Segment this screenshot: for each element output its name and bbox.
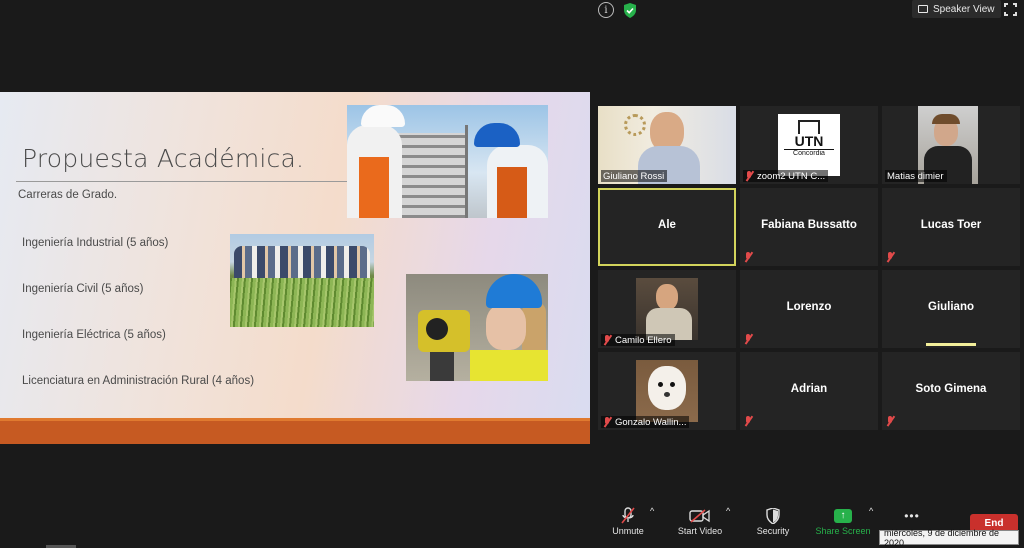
video-off-icon xyxy=(674,506,726,526)
participant-name-label: Camilo Ellero xyxy=(601,334,675,346)
slide-title: Propuesta Académica. xyxy=(22,144,305,173)
speaker-view-button[interactable]: Speaker View xyxy=(912,0,1001,18)
participant-tile-active[interactable]: Ale xyxy=(598,188,736,266)
participant-name: Fabiana Bussatto xyxy=(761,219,857,231)
participant-video xyxy=(636,360,698,422)
unmute-label: Unmute xyxy=(612,526,644,536)
start-video-button[interactable]: Start Video xyxy=(674,506,726,536)
participant-name: Soto Gimena xyxy=(915,383,987,395)
participant-tile[interactable]: Soto Gimena xyxy=(882,352,1020,430)
participant-tile[interactable]: Lorenzo xyxy=(740,270,878,348)
construction-workers-photo xyxy=(347,105,548,218)
share-screen-icon: ↑ xyxy=(814,506,872,526)
share-options-caret[interactable]: ^ xyxy=(869,506,873,516)
utn-logo: UTN Concordia xyxy=(778,114,840,176)
date-tooltip: miércoles, 9 de diciembre de 2020 xyxy=(879,528,1019,548)
unmute-options-caret[interactable]: ^ xyxy=(650,506,654,516)
slide-item-administracion: Licenciatura en Administración Rural (4 … xyxy=(22,375,255,387)
mic-muted-icon xyxy=(886,252,895,262)
participant-tile[interactable]: Giuliano xyxy=(882,270,1020,348)
security-label: Security xyxy=(756,526,790,536)
participant-tile[interactable]: Camilo Ellero xyxy=(598,270,736,348)
shield-icon xyxy=(752,506,794,526)
surveyor-engineer-photo xyxy=(406,274,548,381)
students-field-photo xyxy=(230,234,374,327)
mic-muted-icon xyxy=(745,171,754,181)
participant-tile[interactable]: Lucas Toer xyxy=(882,188,1020,266)
participant-name-label: zoom2 UTN C... xyxy=(743,170,829,182)
speaking-indicator xyxy=(926,343,976,346)
fullscreen-icon[interactable] xyxy=(1004,3,1017,16)
mic-muted-icon xyxy=(603,335,612,345)
slide-footer-bar xyxy=(0,418,590,444)
mic-muted-icon xyxy=(608,506,648,526)
share-screen-label: Share Screen xyxy=(815,526,871,536)
speaker-view-icon xyxy=(918,5,928,13)
more-icon: ••• xyxy=(904,509,920,523)
participant-name-label: Giuliano Rossi xyxy=(601,170,668,182)
start-video-label: Start Video xyxy=(677,526,723,536)
mic-muted-icon xyxy=(744,334,753,344)
participant-video xyxy=(636,278,698,340)
shield-check-icon[interactable] xyxy=(622,2,638,18)
participant-name: Adrian xyxy=(790,383,828,395)
participant-name: Lorenzo xyxy=(786,301,832,313)
participant-name-label: Gonzalo Wallin... xyxy=(601,416,690,428)
mic-muted-icon xyxy=(744,416,753,426)
participant-tile[interactable]: Gonzalo Wallin... xyxy=(598,352,736,430)
participant-tile[interactable]: Fabiana Bussatto xyxy=(740,188,878,266)
speaker-view-label: Speaker View xyxy=(933,3,995,15)
unmute-button[interactable]: Unmute xyxy=(608,506,648,536)
participant-name: Lucas Toer xyxy=(920,219,982,231)
presentation-slide: Propuesta Académica. Carreras de Grado. … xyxy=(0,92,590,418)
participant-name: Giuliano xyxy=(928,301,974,313)
info-icon[interactable]: i xyxy=(598,2,614,18)
security-button[interactable]: Security xyxy=(752,506,794,536)
participant-tile[interactable]: Giuliano Rossi xyxy=(598,106,736,184)
slide-item-electrica: Ingeniería Eléctrica (5 años) xyxy=(22,329,166,341)
mic-muted-icon xyxy=(603,417,612,427)
mic-muted-icon xyxy=(886,416,895,426)
participant-name-label: Matias dimier xyxy=(885,170,947,182)
slide-item-industrial: Ingeniería Industrial (5 años) xyxy=(22,237,169,249)
more-button[interactable]: ••• xyxy=(894,506,930,526)
top-status-icons: i xyxy=(598,2,638,18)
slide-item-civil: Ingeniería Civil (5 años) xyxy=(22,283,144,295)
participant-tile[interactable]: Matias dimier xyxy=(882,106,1020,184)
shared-screen: Propuesta Académica. Carreras de Grado. … xyxy=(0,92,590,444)
participant-tile[interactable]: UTN Concordia zoom2 UTN C... xyxy=(740,106,878,184)
mic-muted-icon xyxy=(744,252,753,262)
zoom-meeting-window: i Speaker View Propuesta Académica. Carr… xyxy=(0,0,1024,548)
video-options-caret[interactable]: ^ xyxy=(726,506,730,516)
participant-name: Ale xyxy=(658,219,676,231)
share-screen-button[interactable]: ↑ Share Screen xyxy=(814,506,872,536)
title-divider xyxy=(16,181,347,182)
slide-subtitle: Carreras de Grado. xyxy=(18,189,118,201)
participant-tile[interactable]: Adrian xyxy=(740,352,878,430)
